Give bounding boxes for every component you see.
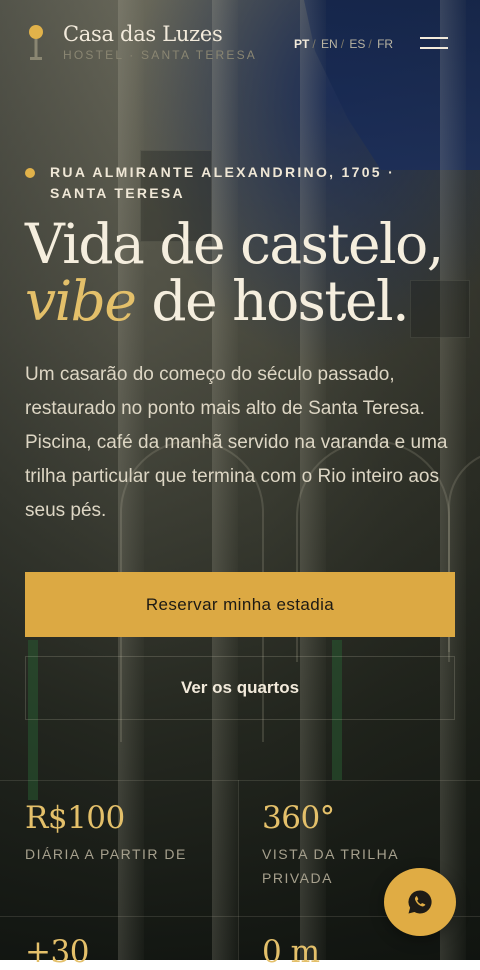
location-dot-icon [25, 168, 35, 178]
stat-price-value: R$100 [25, 800, 125, 836]
hero-lead: Um casarão do começo do século passado, … [25, 364, 448, 521]
whatsapp-button[interactable] [384, 868, 456, 936]
brand-name[interactable]: Casa das Luzes [63, 22, 223, 46]
stats-divider [238, 780, 239, 960]
stat-fourth-value: 0 m [262, 934, 320, 970]
stats-divider [0, 780, 480, 781]
brand-tagline: HOSTEL · SANTA TERESA [63, 48, 258, 62]
site-header: Casa das Luzes HOSTEL · SANTA TERESA PT /… [0, 0, 480, 86]
headline-emphasis: vibe [25, 269, 137, 333]
stat-third-value: +30 [25, 934, 89, 970]
book-stay-button[interactable]: Reservar minha estadia [25, 572, 455, 637]
headline-line2: de hostel. [135, 269, 409, 333]
headline-line1: Vida de castelo, [25, 212, 444, 276]
stat-view-value: 360° [262, 800, 335, 836]
hero-address: RUA ALMIRANTE ALEXANDRINO, 1705 · SANTA … [50, 164, 396, 201]
lang-fr[interactable]: FR [377, 37, 393, 51]
whatsapp-icon [408, 890, 432, 914]
lamp-icon[interactable] [27, 24, 45, 62]
lang-en[interactable]: EN [321, 37, 338, 51]
lang-pt[interactable]: PT [294, 37, 309, 51]
view-rooms-button[interactable]: Ver os quartos [25, 656, 455, 720]
stat-price-label: DIÁRIA A PARTIR DE [25, 846, 187, 862]
hamburger-menu-icon[interactable] [420, 37, 448, 51]
language-switcher: PT / EN / ES / FR [294, 37, 394, 51]
hero-headline: Vida de castelo, vibe de hostel. [25, 216, 465, 330]
lang-es[interactable]: ES [349, 37, 365, 51]
